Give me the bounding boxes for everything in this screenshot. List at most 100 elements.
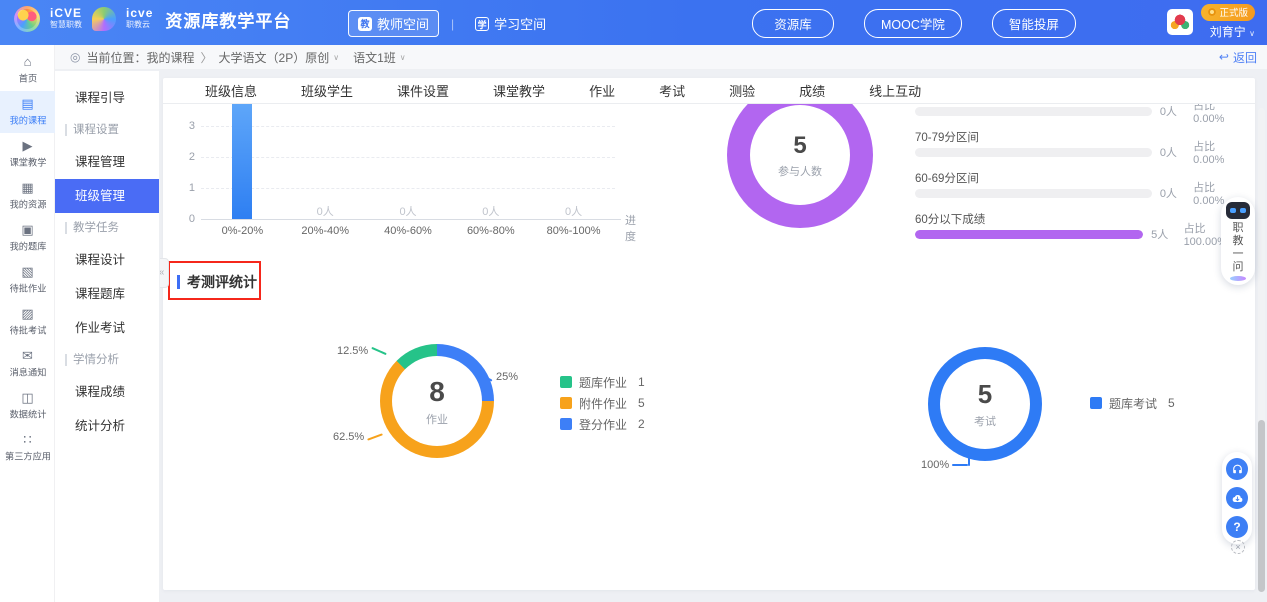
tab-0[interactable]: 班级信息	[205, 81, 257, 100]
breadcrumb-root[interactable]: 我的课程	[147, 49, 195, 66]
menu-item-course-guide[interactable]: 课程引导	[55, 81, 159, 115]
homework-donut-chart: 8作业12.5%62.5%25%	[380, 344, 494, 458]
menu-item-course-grades[interactable]: 课程成绩	[55, 375, 159, 409]
legend-row: 题库作业1	[560, 375, 645, 389]
rail-item-label: 首页	[18, 71, 36, 85]
menu-item-course-question-bank[interactable]: 课程题库	[55, 277, 159, 311]
teacher-space-icon: 教	[358, 17, 372, 31]
help-button[interactable]: ?	[1226, 516, 1248, 538]
donut-center: 5考试	[940, 359, 1030, 449]
data-statistics-icon: ◫	[21, 391, 33, 404]
legend-value: 1	[638, 375, 645, 389]
tab-7[interactable]: 成绩	[799, 81, 825, 100]
toolbar-collapse-button[interactable]: ×	[1231, 540, 1245, 554]
user-name: 刘育宁	[1210, 25, 1246, 39]
top-header: iCVE 智慧职教 icve 职教云 资源库教学平台 教 教师空间 | 学 学习…	[0, 0, 1267, 45]
app-title: 资源库教学平台	[165, 7, 291, 32]
user-menu[interactable]: 刘育宁 ∨	[1210, 23, 1255, 40]
legend-row: 登分作业2	[560, 417, 645, 431]
space-nav: 教 教师空间 | 学 学习空间	[348, 10, 555, 37]
score-bar-fill	[915, 230, 1143, 239]
customer-service-button[interactable]	[1226, 458, 1248, 480]
legend-color-swatch	[560, 397, 572, 409]
annotation-red-box	[168, 261, 261, 300]
donut-percent-callout: 25%	[477, 371, 518, 383]
back-arrow-icon: ↩	[1219, 50, 1229, 64]
bar-value-label: 0人	[380, 203, 436, 219]
menu-item-homework-exam[interactable]: 作业考试	[55, 311, 159, 345]
tab-2[interactable]: 课件设置	[397, 81, 449, 100]
assistant-label-char: 一	[1233, 248, 1244, 261]
user-caret-icon: ∨	[1249, 29, 1255, 38]
tab-6[interactable]: 测验	[729, 81, 755, 100]
menu-item-course-design[interactable]: 课程设计	[55, 243, 159, 277]
rail-item-label: 我的题库	[9, 239, 46, 253]
rail-item-notifications[interactable]: ✉消息通知	[0, 343, 55, 385]
score-bar-track	[915, 148, 1152, 157]
rail-item-pending-homework[interactable]: ▧待批作业	[0, 259, 55, 301]
menu-item-statistical-analysis[interactable]: 统计分析	[55, 409, 159, 443]
rail-item-third-party-apps[interactable]: ∷第三方应用	[0, 427, 55, 469]
homework-legend: 题库作业1附件作业5登分作业2	[560, 375, 645, 438]
donut-center-label: 考试	[974, 413, 996, 429]
assistant-widget[interactable]: 职 教 一 问	[1221, 197, 1255, 285]
tab-8[interactable]: 线上互动	[869, 81, 921, 100]
nav-teacher-space[interactable]: 教 教师空间	[348, 10, 439, 37]
tab-1[interactable]: 班级学生	[301, 81, 353, 100]
menu-item-class-management[interactable]: 班级管理	[55, 179, 159, 213]
y-axis-tick: 2	[175, 151, 195, 163]
exam-donut-chart: 5考试100%	[928, 347, 1042, 461]
page-scrollbar-thumb[interactable]	[1258, 420, 1265, 592]
menu-section-learning-analysis: 学情分析	[55, 345, 159, 375]
cloud-download-icon	[1231, 492, 1244, 505]
legend-value: 5	[638, 396, 645, 410]
version-badge-label: 正式版	[1219, 5, 1248, 19]
my-question-bank-icon: ▣	[21, 223, 33, 236]
user-avatar[interactable]	[1167, 9, 1193, 35]
rail-item-my-resources[interactable]: ▦我的资源	[0, 175, 55, 217]
third-party-apps-icon: ∷	[23, 433, 31, 446]
participation-donut: 5参与人数	[727, 104, 873, 228]
section-bar-icon	[65, 124, 67, 136]
home-icon: ⌂	[24, 55, 32, 68]
tab-3[interactable]: 课堂教学	[493, 81, 545, 100]
pending-exams-icon: ▨	[21, 307, 33, 320]
x-axis-category-label: 60%-80%	[456, 225, 526, 237]
callout-percent-label: 62.5%	[333, 431, 364, 443]
tab-5[interactable]: 考试	[659, 81, 685, 100]
menu-section-teaching-tasks: 教学任务	[55, 213, 159, 243]
menu-item-course-management[interactable]: 课程管理	[55, 145, 159, 179]
resource-library-button[interactable]: 资源库	[752, 9, 834, 38]
rail-item-home[interactable]: ⌂ 首页	[0, 49, 55, 91]
teacher-space-label: 教师空间	[377, 14, 429, 33]
assistant-label-char: 问	[1233, 261, 1244, 274]
donut-center-value: 5	[793, 132, 806, 160]
robot-icon	[1226, 202, 1250, 219]
smart-casting-button[interactable]: 智能投屏	[992, 9, 1076, 38]
back-button[interactable]: ↩ 返回	[1219, 49, 1257, 66]
rail-item-my-question-bank[interactable]: ▣ 我的题库	[0, 217, 55, 259]
rail-item-label: 待批作业	[9, 281, 46, 295]
nav-learning-space[interactable]: 学 学习空间	[466, 11, 555, 36]
classroom-teaching-icon: ▶	[23, 139, 33, 152]
tab-4[interactable]: 作业	[589, 81, 615, 100]
callout-percent-label: 100%	[921, 459, 949, 471]
user-info: 正式版 刘育宁 ∨	[1201, 4, 1255, 40]
breadcrumb-class-dropdown[interactable]: 语文1班 ∨	[353, 49, 406, 66]
download-button[interactable]	[1226, 487, 1248, 509]
breadcrumb-course: 大学语文（2P）原创	[219, 49, 330, 66]
rail-item-classroom-teaching[interactable]: ▶课堂教学	[0, 133, 55, 175]
rail-item-pending-exams[interactable]: ▨待批考试	[0, 301, 55, 343]
legend-row: 题库考试5	[1090, 396, 1175, 410]
logo-secondary-sub: 职教云	[126, 19, 153, 30]
rail-item-my-courses[interactable]: ▤我的课程	[0, 91, 55, 133]
logo-secondary-top: icve	[126, 8, 153, 19]
class-tabs: 班级信息 班级学生 课件设置 课堂教学 作业 考试 测验 成绩 线上互动	[163, 78, 1255, 104]
header-quick-links: 资源库 MOOC学院 智能投屏	[752, 9, 1076, 38]
rail-item-data-statistics[interactable]: ◫数据统计	[0, 385, 55, 427]
mooc-academy-button[interactable]: MOOC学院	[864, 9, 962, 38]
page-scrollbar-track[interactable]	[1258, 108, 1265, 592]
donut-percent-callout: 12.5%	[337, 345, 387, 357]
icve-secondary-logo: icve 职教云	[126, 8, 153, 30]
breadcrumb-course-dropdown[interactable]: 大学语文（2P）原创 ∨	[219, 49, 340, 66]
